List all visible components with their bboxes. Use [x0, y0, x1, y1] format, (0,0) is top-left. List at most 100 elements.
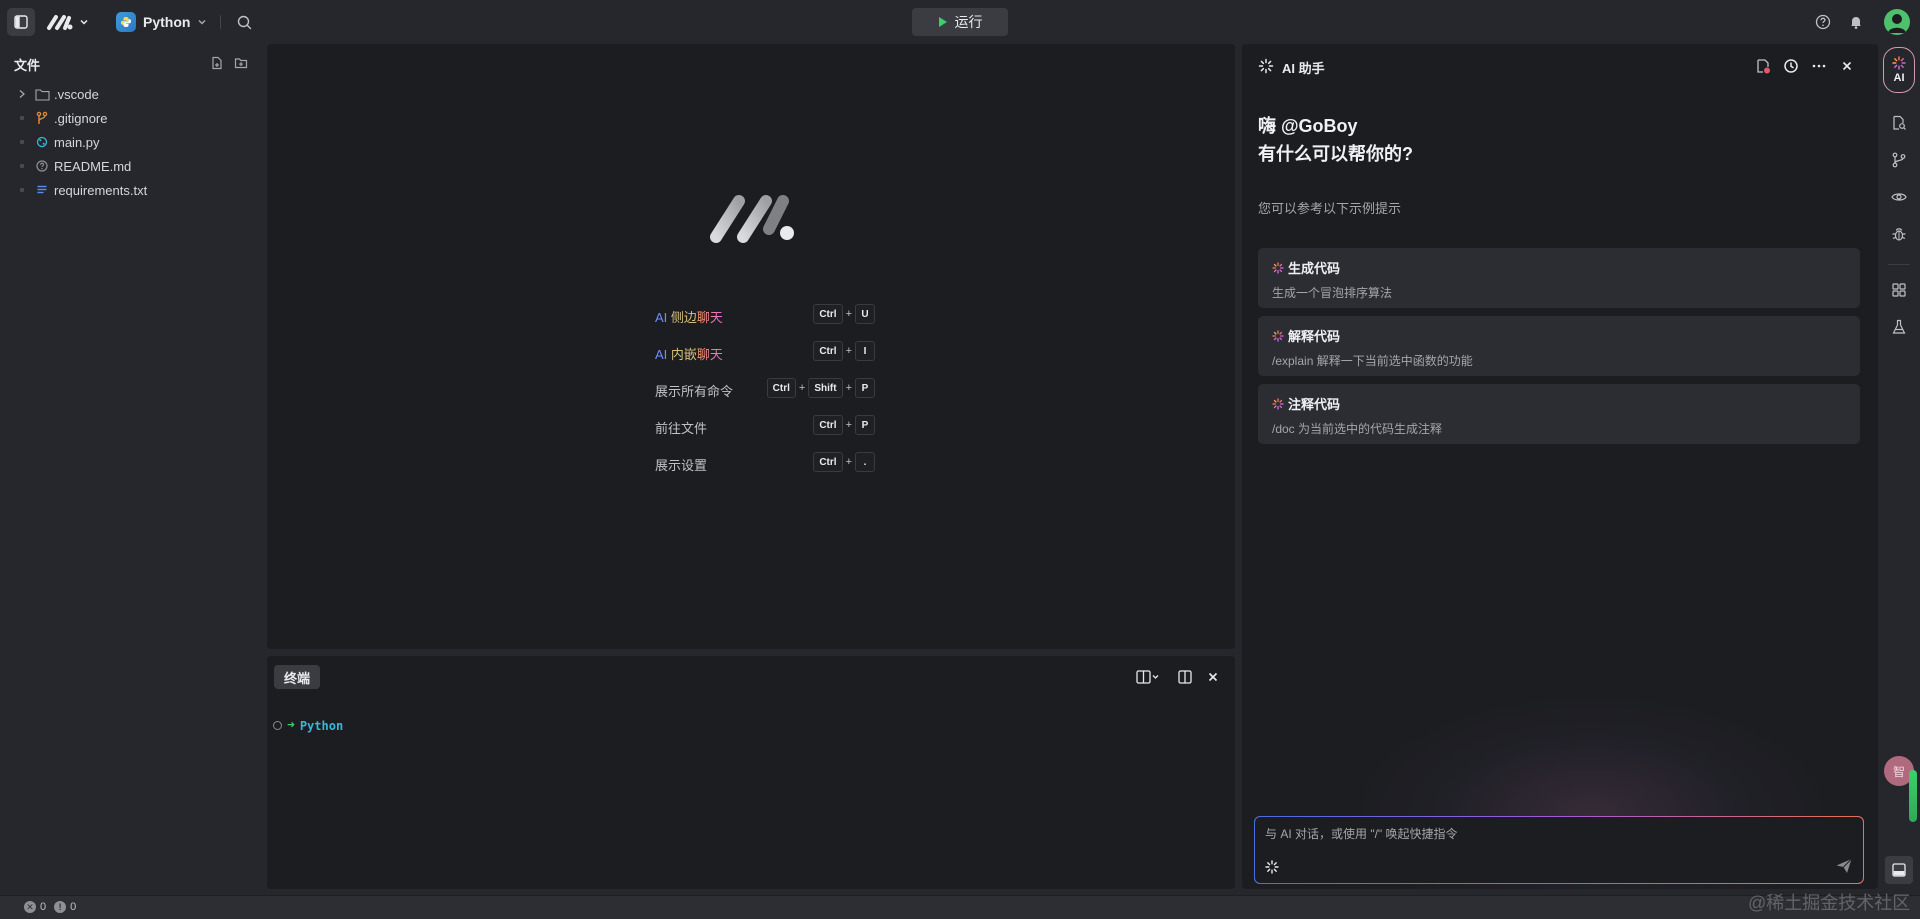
- sidebar-toggle-button[interactable]: [7, 8, 35, 36]
- greeting-line-2: 有什么可以帮你的?: [1258, 144, 1413, 164]
- watermark: @稀土掘金技术社区: [1748, 893, 1911, 913]
- tree-item-file[interactable]: .gitignore: [0, 106, 265, 130]
- warning-icon: !: [54, 901, 67, 913]
- git-branch-icon: [1892, 152, 1906, 168]
- file-tree: .vscode .gitignore main.py README.md req…: [0, 82, 265, 202]
- close-ai-panel-button[interactable]: [1838, 57, 1856, 75]
- shortcut-keys: Ctrl + P: [813, 415, 875, 435]
- history-icon: [1784, 59, 1798, 73]
- tree-item-label: requirements.txt: [54, 182, 148, 198]
- prompt-card-generate-code[interactable]: 生成代码 生成一个冒泡排序算法: [1258, 248, 1860, 308]
- problems-indicator[interactable]: ✕ 0 ! 0: [24, 901, 76, 913]
- file-search-icon: [1893, 115, 1906, 130]
- ai-chat-input[interactable]: [1265, 827, 1825, 841]
- shortcut-show-settings[interactable]: 展示设置 Ctrl +.: [655, 452, 875, 474]
- card-description: /explain 解释一下当前选中函数的功能: [1272, 354, 1473, 368]
- floating-status-indicator: [1909, 770, 1917, 822]
- ai-toggle-label: AI: [1893, 72, 1905, 84]
- info-icon: [36, 160, 48, 172]
- python-logo-icon: [116, 12, 136, 32]
- new-file-button[interactable]: [209, 55, 225, 71]
- chevron-down-icon: [198, 19, 206, 25]
- flask-icon: [1892, 319, 1906, 334]
- more-options-button[interactable]: [1810, 57, 1828, 75]
- tree-item-file[interactable]: main.py: [0, 130, 265, 154]
- prompt-hint: 您可以参考以下示例提示: [1258, 201, 1402, 216]
- debug-button[interactable]: [1890, 225, 1908, 243]
- new-folder-button[interactable]: [233, 55, 249, 71]
- send-icon[interactable]: [1835, 857, 1853, 875]
- prompt-card-explain-code[interactable]: 解释代码 /explain 解释一下当前选中函数的功能: [1258, 316, 1860, 376]
- terminal-panel: 终端 ➜ Python: [267, 656, 1235, 889]
- tree-item-label: .vscode: [54, 86, 99, 102]
- prompt-env: Python: [299, 718, 344, 733]
- shortcut-show-all-commands[interactable]: 展示所有命令 Ctrl + Shift + P: [655, 378, 875, 400]
- shortcut-keys: Ctrl + U: [813, 304, 875, 324]
- card-title: 生成代码: [1272, 258, 1340, 277]
- history-button[interactable]: [1782, 57, 1800, 75]
- editor-welcome: AI 侧边聊天 Ctrl + U AI 内嵌聊天 Ctrl + I 展示所有命令 Ctr…: [267, 44, 1235, 649]
- prompt-card-comment-code[interactable]: 注释代码 /doc 为当前选中的代码生成注释: [1258, 384, 1860, 444]
- split-layout-menu-button[interactable]: [1135, 668, 1163, 686]
- shortcut-ai-inline-chat[interactable]: AI 内嵌聊天 Ctrl + I: [655, 341, 875, 363]
- close-terminal-button[interactable]: [1204, 668, 1222, 686]
- tree-item-folder[interactable]: .vscode: [0, 82, 265, 106]
- file-search-button[interactable]: [1890, 114, 1908, 132]
- app-logo-icon: [710, 195, 794, 243]
- tab-terminal[interactable]: 终端: [274, 665, 321, 689]
- shortcut-keys: Ctrl + Shift + P: [766, 378, 875, 398]
- user-avatar[interactable]: [1884, 9, 1910, 35]
- error-icon: ✕: [24, 901, 36, 913]
- split-terminal-button[interactable]: [1176, 668, 1194, 686]
- testing-button[interactable]: [1890, 318, 1908, 336]
- play-icon: [938, 17, 947, 27]
- grid-icon: [1892, 283, 1906, 297]
- shortcut-label: AI 内嵌聊天: [655, 347, 723, 362]
- sparkle-icon: [1272, 329, 1284, 342]
- panel-bottom-icon: [1892, 863, 1906, 877]
- explorer-header: 文件: [0, 44, 265, 82]
- help-button[interactable]: [1812, 11, 1834, 33]
- toolbar-divider: [220, 15, 221, 29]
- tree-item-file[interactable]: README.md: [0, 154, 265, 178]
- shortcut-keys: Ctrl + I: [813, 341, 875, 361]
- split-layout-icon: [1136, 670, 1159, 684]
- shortcut-label: 前往文件: [655, 421, 708, 436]
- sparkle-icon: [1272, 397, 1284, 410]
- terminal-prompt[interactable]: ➜ Python: [273, 718, 343, 733]
- prompt-status-icon: [273, 721, 282, 730]
- new-chat-icon: [1757, 59, 1770, 74]
- sparkle-icon[interactable]: [1265, 860, 1279, 874]
- search-button[interactable]: [234, 12, 254, 32]
- card-title: 注释代码: [1272, 394, 1340, 413]
- top-bar: Python 运行: [0, 0, 1920, 44]
- source-control-button[interactable]: [1890, 151, 1908, 169]
- bug-icon: [1892, 228, 1906, 241]
- extensions-button[interactable]: [1890, 281, 1908, 299]
- run-button[interactable]: 运行: [912, 8, 1008, 36]
- environment-selector[interactable]: Python: [116, 10, 207, 34]
- ai-assistant-toggle[interactable]: AI: [1883, 47, 1915, 93]
- tree-item-file[interactable]: requirements.txt: [0, 178, 265, 202]
- activity-divider: [1888, 264, 1910, 265]
- eye-icon: [1891, 193, 1907, 201]
- git-icon: [36, 111, 48, 124]
- bell-icon: [1851, 17, 1861, 29]
- toggle-bottom-panel-button[interactable]: [1885, 856, 1913, 884]
- folder-icon: [34, 88, 50, 101]
- status-bar: ✕ 0 ! 0: [0, 895, 1920, 919]
- app-logo-menu[interactable]: [46, 10, 89, 34]
- run-button-label: 运行: [954, 14, 983, 30]
- more-horizontal-icon: [1812, 64, 1826, 68]
- prompt-arrow: ➜: [287, 718, 295, 733]
- sparkle-icon: [1258, 58, 1274, 74]
- ai-assistant-panel: AI 助手 嗨 @GoBoy 有什么可以帮你的? 您可以参考以下示例提示 生成代…: [1242, 44, 1878, 889]
- shortcut-go-to-file[interactable]: 前往文件 Ctrl + P: [655, 415, 875, 437]
- shortcut-ai-side-chat[interactable]: AI 侧边聊天 Ctrl + U: [655, 304, 875, 326]
- preview-button[interactable]: [1890, 188, 1908, 206]
- new-file-icon: [212, 56, 222, 70]
- new-chat-button[interactable]: [1754, 57, 1772, 75]
- ai-panel-title: AI 助手: [1282, 61, 1325, 76]
- shortcut-label: 展示设置: [655, 458, 708, 473]
- notifications-button[interactable]: [1845, 11, 1867, 33]
